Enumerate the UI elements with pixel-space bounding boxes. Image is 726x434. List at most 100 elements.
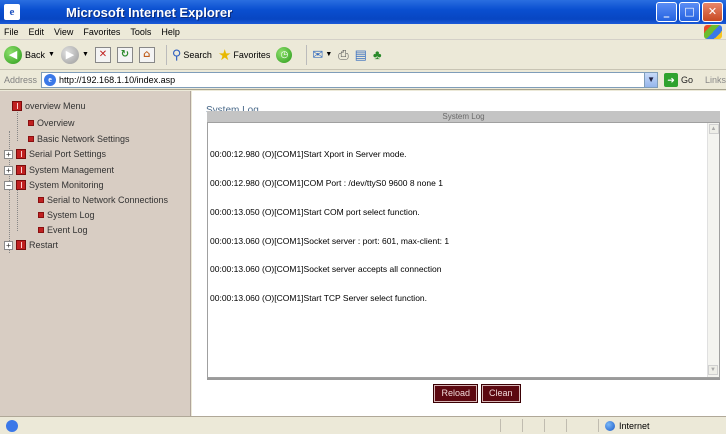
favorites-star-icon: ★ (217, 46, 232, 64)
main-content: System Log System Log 00:00:12.980 (O)[C… (192, 91, 726, 416)
scroll-up-icon[interactable]: ▲ (708, 124, 719, 134)
links-button[interactable]: Links (705, 75, 726, 85)
expand-icon[interactable]: + (4, 240, 13, 250)
edit-button[interactable]: ▤ (355, 47, 367, 63)
book-icon (12, 101, 22, 111)
home-button[interactable]: ⌂ (138, 46, 155, 63)
divider (207, 378, 720, 380)
history-button[interactable]: ◷ (276, 46, 295, 63)
sidebar-item-overview[interactable]: Overview (28, 118, 75, 128)
favorites-label: Favorites (233, 49, 271, 60)
log-line: 00:00:13.060 (O)[COM1]Socket server : po… (210, 235, 450, 246)
sidebar-item-event-log[interactable]: Event Log (38, 225, 88, 235)
refresh-button[interactable]: ↻ (116, 46, 133, 63)
messenger-icon: ♣ (372, 47, 382, 62)
address-input[interactable]: e http://192.168.1.10/index.asp (41, 71, 646, 88)
globe-icon (605, 420, 615, 431)
mail-button[interactable]: ✉ ▼ (312, 47, 332, 63)
page-icon (28, 136, 34, 142)
search-button[interactable]: ⚲ Search (172, 47, 212, 63)
menu-tools[interactable]: Tools (130, 27, 151, 37)
sidebar-root[interactable]: overview Menu (12, 101, 86, 111)
log-panel-header: System Log (207, 111, 720, 122)
title-bar: e Microsoft Internet Explorer _ □ ✕ (0, 0, 726, 24)
stop-button[interactable]: ✕ (94, 46, 111, 63)
go-label: Go (680, 74, 693, 85)
book-icon (16, 149, 26, 159)
address-label: Address (4, 74, 38, 85)
minimize-button[interactable]: _ (656, 2, 677, 22)
sidebar-item-basic-network-settings[interactable]: Basic Network Settings (28, 134, 130, 144)
book-icon (16, 240, 26, 250)
window-title: Microsoft Internet Explorer (66, 4, 233, 20)
home-icon: ⌂ (138, 46, 155, 63)
chevron-down-icon: ▼ (81, 51, 89, 58)
edit-page-icon: ▤ (354, 46, 367, 62)
sidebar-item-system-management[interactable]: + System Management (4, 165, 114, 175)
sidebar-item-serial-port-settings[interactable]: + Serial Port Settings (4, 149, 106, 159)
go-arrow-icon: ➜ (663, 72, 678, 87)
back-button[interactable]: ◀ Back ▼ (4, 45, 55, 64)
log-scrollbar[interactable]: ▲ ▼ (707, 123, 719, 377)
history-icon: ◷ (276, 46, 293, 63)
sidebar-item-label: Restart (29, 240, 59, 250)
menu-view[interactable]: View (54, 27, 73, 37)
page-status-icon (6, 419, 18, 432)
log-line: 00:00:12.980 (O)[COM1]Start Xport in Ser… (210, 149, 407, 160)
address-bar: Address e http://192.168.1.10/index.asp … (0, 70, 726, 90)
sidebar-item-label: Serial Port Settings (29, 149, 107, 159)
forward-arrow-icon: ▶ (60, 45, 79, 64)
sidebar-root-label: overview Menu (25, 101, 86, 111)
sidebar-menu: overview Menu Overview Basic Network Set… (0, 91, 191, 416)
clean-button[interactable]: Clean (481, 384, 521, 403)
address-url: http://192.168.1.10/index.asp (59, 74, 176, 85)
book-icon (16, 180, 26, 190)
close-button[interactable]: ✕ (702, 2, 723, 22)
sidebar-item-restart[interactable]: + Restart (4, 240, 58, 250)
page-icon (38, 197, 44, 203)
collapse-icon[interactable]: − (4, 180, 13, 190)
windows-logo-icon (704, 25, 722, 39)
search-label: Search (183, 49, 212, 60)
forward-button[interactable]: ▶ ▼ (60, 45, 89, 64)
ie-app-icon: e (4, 4, 20, 20)
sidebar-item-serial-to-network-connections[interactable]: Serial to Network Connections (38, 195, 168, 205)
toolbar-separator (165, 44, 167, 65)
log-textarea[interactable]: 00:00:12.980 (O)[COM1]Start Xport in Ser… (207, 122, 720, 378)
menu-file[interactable]: File (4, 27, 19, 37)
back-label: Back (25, 49, 46, 60)
expand-icon[interactable]: + (4, 165, 13, 175)
mail-icon: ✉ (312, 46, 324, 62)
menu-edit[interactable]: Edit (29, 27, 45, 37)
address-dropdown-button[interactable]: ▼ (644, 71, 658, 88)
reload-button[interactable]: Reload (433, 384, 478, 403)
status-panels (500, 419, 586, 432)
book-icon (16, 165, 26, 175)
maximize-button[interactable]: □ (679, 2, 700, 22)
menu-favorites[interactable]: Favorites (83, 27, 120, 37)
sidebar-item-system-log[interactable]: System Log (38, 210, 95, 220)
chevron-down-icon: ▼ (325, 51, 333, 58)
page-icon (28, 120, 34, 126)
expand-icon[interactable]: + (4, 149, 13, 159)
button-row: Reload Clean (192, 384, 726, 403)
messenger-button[interactable]: ♣ (373, 47, 382, 62)
page-icon (38, 212, 44, 218)
security-zone: Internet (598, 419, 650, 432)
favorites-button[interactable]: ★ Favorites (218, 46, 270, 64)
scroll-down-icon[interactable]: ▼ (708, 365, 718, 375)
log-line: 00:00:13.060 (O)[COM1]Start TCP Server s… (210, 293, 428, 304)
sidebar-item-label: Event Log (47, 225, 88, 235)
sidebar-item-system-monitoring[interactable]: − System Monitoring (4, 180, 104, 190)
go-button[interactable]: ➜ Go (663, 72, 693, 87)
log-line: 00:00:12.980 (O)[COM1]COM Port : /dev/tt… (210, 177, 443, 188)
menu-help[interactable]: Help (161, 27, 180, 37)
sidebar-item-label: System Management (29, 165, 115, 175)
status-bar: Internet (0, 416, 726, 434)
sidebar-item-label: System Log (47, 210, 95, 220)
sidebar-item-label: System Monitoring (29, 180, 104, 190)
print-button[interactable]: ⎙ (338, 47, 348, 63)
sidebar-item-label: Overview (37, 118, 75, 128)
toolbar: ◀ Back ▼ ▶ ▼ ✕ ↻ ⌂ ⚲ Search ★ Favorites … (0, 40, 726, 70)
print-icon: ⎙ (338, 46, 349, 62)
